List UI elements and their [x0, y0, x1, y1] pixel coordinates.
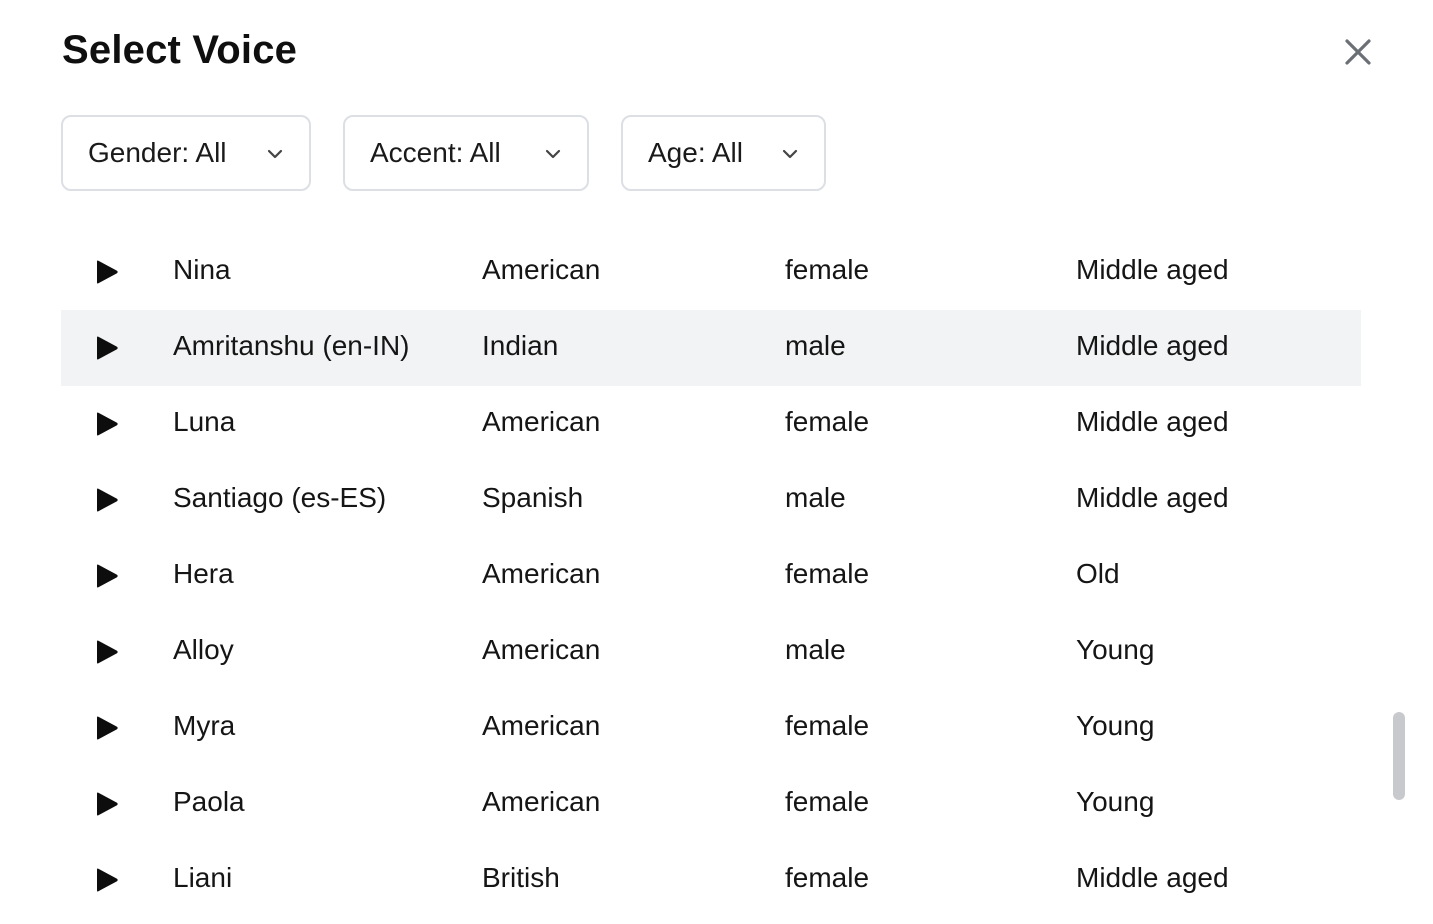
- voice-age: Middle aged: [1076, 406, 1229, 437]
- play-icon[interactable]: [95, 716, 119, 740]
- voice-accent: American: [482, 634, 601, 665]
- voice-name: Nina: [173, 254, 231, 285]
- voice-name: Luna: [173, 406, 236, 437]
- voice-accent: Indian: [482, 330, 559, 361]
- select-voice-dialog: Select Voice Gender: All Accent: All Age…: [0, 0, 1433, 924]
- voice-row[interactable]: Hera American female Old: [61, 538, 1361, 614]
- voice-accent: American: [482, 406, 601, 437]
- voice-accent: American: [482, 254, 601, 285]
- voice-name: Paola: [173, 786, 245, 817]
- voice-gender: female: [785, 786, 870, 817]
- voice-age: Young: [1076, 710, 1155, 741]
- voice-name: Amritanshu (en-IN): [173, 330, 410, 361]
- voice-gender: male: [785, 634, 846, 665]
- voice-accent: American: [482, 558, 601, 589]
- voice-age: Middle aged: [1076, 330, 1229, 361]
- close-button[interactable]: [1338, 32, 1378, 72]
- chevron-down-icon: [782, 149, 798, 159]
- voice-name: Myra: [173, 710, 236, 741]
- voice-name: Santiago (es-ES): [173, 482, 387, 513]
- voice-accent: British: [482, 862, 560, 893]
- accent-filter-dropdown[interactable]: Accent: All: [343, 115, 589, 191]
- voice-row[interactable]: Santiago (es-ES) Spanish male Middle aged: [61, 462, 1361, 538]
- play-icon[interactable]: [95, 412, 119, 436]
- voice-gender: female: [785, 862, 870, 893]
- voice-name: Liani: [173, 862, 233, 893]
- close-icon: [1345, 39, 1371, 65]
- voice-age: Young: [1076, 634, 1155, 665]
- play-icon[interactable]: [95, 792, 119, 816]
- play-icon[interactable]: [95, 488, 119, 512]
- voice-gender: female: [785, 406, 870, 437]
- play-icon[interactable]: [95, 336, 119, 360]
- voice-list: Nina American female Middle aged Amritanshu …: [61, 234, 1361, 924]
- play-icon[interactable]: [95, 868, 119, 892]
- voice-row[interactable]: Myra American female Young: [61, 690, 1361, 766]
- age-filter-label: Age: All: [648, 137, 743, 168]
- voice-accent: Spanish: [482, 482, 584, 513]
- voice-age: Middle aged: [1076, 254, 1229, 285]
- voice-gender: female: [785, 558, 870, 589]
- voice-row[interactable]: Nina American female Middle aged: [61, 234, 1361, 310]
- age-filter-dropdown[interactable]: Age: All: [621, 115, 826, 191]
- voice-name: Alloy: [173, 634, 234, 665]
- scrollbar-thumb[interactable]: [1393, 712, 1405, 800]
- voice-gender: male: [785, 330, 846, 361]
- voice-accent: American: [482, 786, 601, 817]
- play-icon[interactable]: [95, 564, 119, 588]
- gender-filter-dropdown[interactable]: Gender: All: [61, 115, 311, 191]
- voice-row[interactable]: Alloy American male Young: [61, 614, 1361, 690]
- play-icon[interactable]: [95, 260, 119, 284]
- voice-gender: male: [785, 482, 846, 513]
- chevron-down-icon: [267, 149, 283, 159]
- voice-age: Middle aged: [1076, 862, 1229, 893]
- chevron-down-icon: [545, 149, 561, 159]
- dialog-title: Select Voice: [62, 28, 298, 72]
- voice-gender: female: [785, 710, 870, 741]
- voice-age: Middle aged: [1076, 482, 1229, 513]
- voice-row[interactable]: Luna American female Middle aged: [61, 386, 1361, 462]
- voice-row[interactable]: Liani British female Middle aged: [61, 842, 1361, 918]
- gender-filter-label: Gender: All: [88, 137, 227, 168]
- play-icon[interactable]: [95, 640, 119, 664]
- accent-filter-label: Accent: All: [370, 137, 501, 168]
- voice-row[interactable]: Paola American female Young: [61, 766, 1361, 842]
- voice-age: Old: [1076, 558, 1120, 589]
- voice-name: Hera: [173, 558, 234, 589]
- voice-age: Young: [1076, 786, 1155, 817]
- voice-accent: American: [482, 710, 601, 741]
- voice-gender: female: [785, 254, 870, 285]
- voice-row[interactable]: Amritanshu (en-IN) Indian male Middle aged: [61, 310, 1361, 386]
